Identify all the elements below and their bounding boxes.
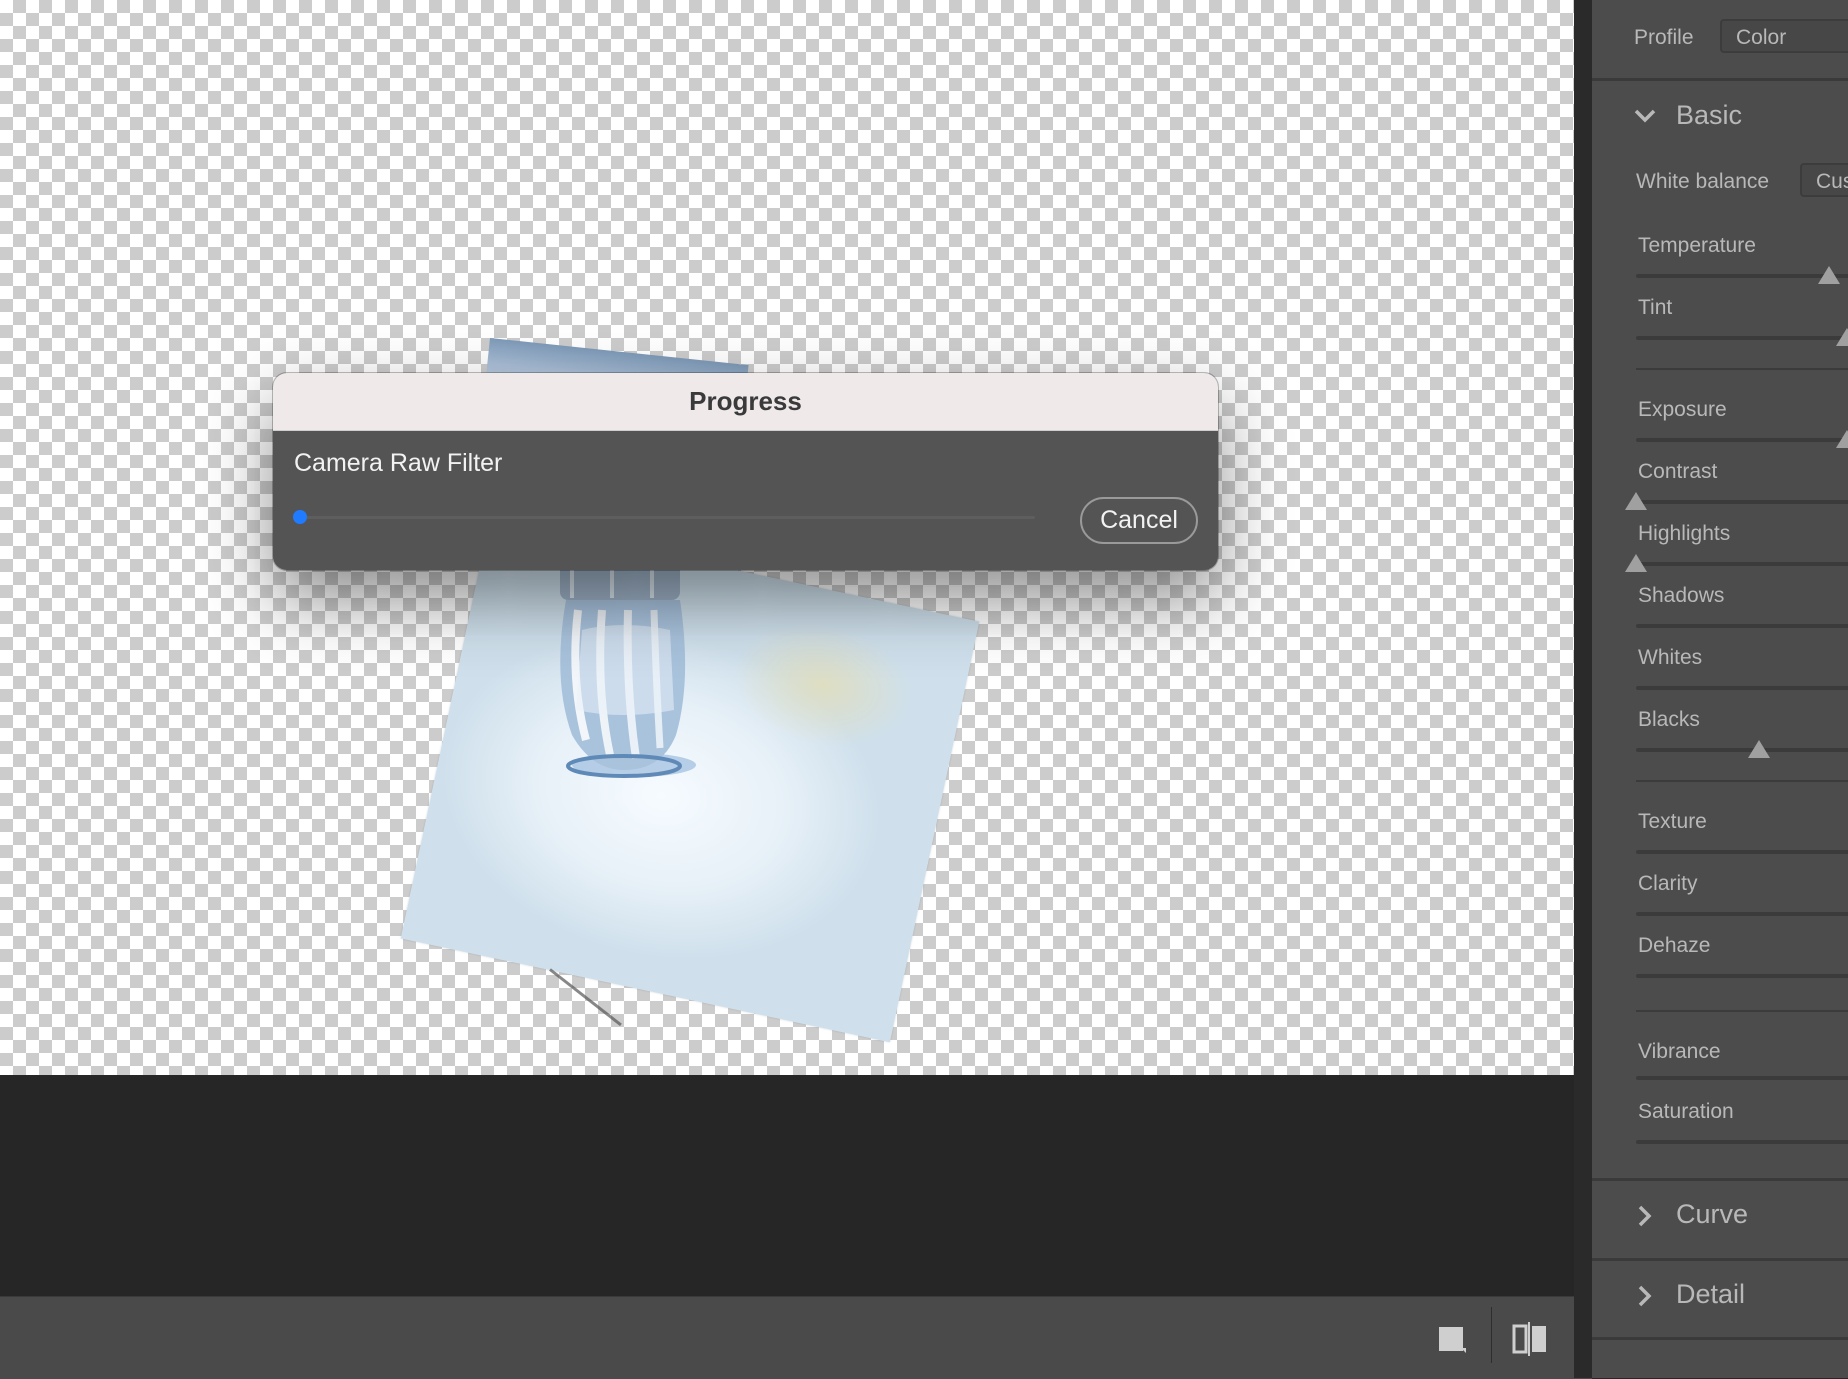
dialog-title: Progress [689,386,802,416]
blacks-label: Blacks [1638,708,1700,731]
dehaze-slider[interactable] [1636,974,1848,978]
group-separator [1636,1010,1848,1012]
adjustments-panel: Profile Color Basic White balance Cus Te… [1592,0,1848,1378]
group-separator [1636,780,1848,782]
exposure-label: Exposure [1638,398,1727,421]
group-separator [1636,368,1848,370]
progress-bar-fill [293,510,307,524]
curve-section-title: Curve [1676,1199,1749,1229]
sugar-shaker-image [560,560,696,778]
shadows-slider[interactable] [1636,624,1848,628]
exposure-slider-thumb[interactable] [1836,430,1848,448]
single-view-button[interactable] [1432,1319,1472,1359]
white-balance-value: Cus [1816,170,1848,193]
panel-divider [1574,0,1592,1378]
vibrance-label: Vibrance [1638,1040,1721,1063]
section-separator [1592,1178,1848,1181]
split-view-icon [1512,1322,1546,1356]
curve-section-header[interactable]: Curve [1592,1190,1848,1245]
tint-slider-thumb[interactable] [1836,328,1848,346]
contrast-slider-thumb[interactable] [1625,492,1647,510]
toolbar-divider [1491,1307,1492,1363]
section-separator [1592,1258,1848,1261]
exposure-slider[interactable] [1636,438,1848,442]
progress-bar [293,510,1035,524]
section-separator [1592,78,1848,81]
single-view-icon [1439,1327,1466,1353]
highlights-label: Highlights [1638,522,1731,545]
temperature-slider-thumb[interactable] [1818,266,1840,284]
basic-section-header[interactable]: Basic [1592,90,1848,145]
dehaze-label: Dehaze [1638,934,1711,957]
blacks-slider-thumb[interactable] [1748,740,1770,758]
section-separator [1592,1337,1848,1340]
saturation-slider[interactable] [1636,1140,1848,1144]
cancel-button[interactable]: Cancel [1080,497,1198,544]
basic-section-title: Basic [1676,100,1743,130]
whites-label: Whites [1638,646,1703,669]
chevron-right-icon [1638,1285,1652,1307]
contrast-label: Contrast [1638,460,1718,483]
chevron-right-icon [1638,1205,1652,1227]
profile-dropdown[interactable]: Color [1720,19,1848,53]
tint-label: Tint [1638,296,1673,319]
texture-slider[interactable] [1636,850,1848,854]
white-balance-dropdown[interactable]: Cus [1800,163,1848,197]
progress-dialog: Progress Camera Raw Filter Cancel [273,373,1218,570]
highlights-slider[interactable] [1636,562,1848,566]
shadows-label: Shadows [1638,584,1725,607]
profile-value: Color [1736,26,1787,49]
highlights-slider-thumb[interactable] [1625,554,1647,572]
tint-slider[interactable] [1636,336,1848,340]
temperature-slider[interactable] [1636,274,1848,278]
dialog-titlebar: Progress [273,373,1218,431]
texture-label: Texture [1638,810,1707,833]
profile-label: Profile [1634,26,1694,49]
cancel-button-label: Cancel [1100,506,1178,534]
dialog-message: Camera Raw Filter [294,449,503,477]
clarity-slider[interactable] [1636,912,1848,916]
detail-section-title: Detail [1676,1279,1746,1309]
saturation-label: Saturation [1638,1100,1734,1123]
contrast-slider[interactable] [1636,500,1848,504]
temperature-label: Temperature [1638,234,1756,257]
clarity-label: Clarity [1638,872,1698,895]
blacks-slider[interactable] [1636,748,1848,752]
status-bar [0,1296,1592,1379]
split-view-button[interactable] [1510,1319,1550,1359]
vibrance-slider[interactable] [1636,1076,1848,1080]
white-balance-label: White balance [1636,170,1770,193]
chevron-down-icon [1634,109,1656,123]
whites-slider[interactable] [1636,686,1848,690]
detail-section-header[interactable]: Detail [1592,1270,1848,1325]
